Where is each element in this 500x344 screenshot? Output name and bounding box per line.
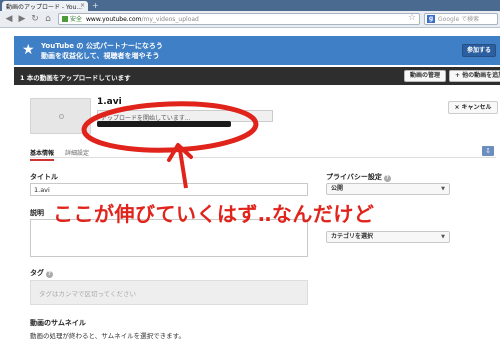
upload-filename: 1.avi <box>97 97 122 107</box>
tags-label-wrap: タグ? <box>30 268 53 278</box>
privacy-label: プライバシー設定 <box>326 173 382 181</box>
tags-input[interactable]: タグはカンマで区切ってください <box>30 280 308 305</box>
search-placeholder: Google で検索 <box>438 16 480 23</box>
category-select[interactable]: カテゴリを選択 ▼ <box>326 231 450 243</box>
annotation-text: ここが伸びていくはず‥なんだけど <box>53 202 375 226</box>
browser-toolbar: ◀ ▶ ↻ ⌂ 安全 www.youtube.com/my_videos_uplo… <box>0 11 500 28</box>
lock-icon <box>62 16 68 22</box>
thumbnail-note: 動画の処理が終わると、サムネイルを選択できます。 <box>30 332 185 340</box>
reload-icon[interactable]: ↻ <box>30 14 40 24</box>
help-icon[interactable]: ? <box>46 271 53 278</box>
browser-tab-strip: 動画のアップロード - You... × + <box>0 0 500 11</box>
title-label: タイトル <box>30 173 58 181</box>
join-partner-button[interactable]: 参加する <box>462 44 496 57</box>
chevron-down-icon: ▼ <box>441 186 445 192</box>
description-label: 説明 <box>30 209 44 217</box>
bookmark-star-icon[interactable]: ☆ <box>408 13 416 24</box>
back-arrow-icon[interactable]: ◀ <box>4 14 14 24</box>
tab-advanced-settings[interactable]: 詳細設定 <box>65 148 89 157</box>
help-icon[interactable]: ? <box>383 175 391 182</box>
download-icon[interactable]: ⇩ <box>482 146 494 156</box>
privacy-label-wrap: プライバシー設定? <box>326 172 391 182</box>
chevron-down-icon: ▼ <box>441 234 445 240</box>
partner-banner-subtitle: 動画を収益化して、視聴者を増やそう <box>41 52 160 60</box>
secure-label: 安全 <box>70 16 83 23</box>
url-path: /my_videos_upload <box>141 16 199 23</box>
address-bar[interactable]: 安全 www.youtube.com/my_videos_upload ☆ <box>58 13 420 25</box>
close-icon[interactable]: × <box>80 2 85 9</box>
redaction-bar <box>97 121 231 127</box>
partner-banner: ★ YouTube の 公式パートナーになろう 動画を収益化して、視聴者を増やそ… <box>14 36 500 65</box>
browser-tab[interactable]: 動画のアップロード - You... × <box>2 1 88 11</box>
new-tab-button[interactable]: + <box>92 1 102 10</box>
google-logo-icon: g <box>427 15 435 23</box>
manage-videos-button[interactable]: 動画の管理 <box>404 70 447 82</box>
tab-basic-info[interactable]: 基本情報 <box>30 148 55 161</box>
upload-header-title: 1 本の動画をアップロードしています <box>20 74 131 82</box>
forward-arrow-icon[interactable]: ▶ <box>17 14 27 24</box>
upload-header: 1 本の動画をアップロードしています 動画の管理 + 他の動画を追加 <box>14 67 500 85</box>
browser-tab-title: 動画のアップロード - You... <box>6 4 83 11</box>
partner-banner-title: YouTube の 公式パートナーになろう <box>41 42 163 50</box>
home-icon[interactable]: ⌂ <box>43 14 53 24</box>
search-input[interactable]: g Google で検索 <box>424 13 498 25</box>
video-thumbnail-placeholder <box>30 98 91 134</box>
privacy-select[interactable]: 公開 ▼ <box>326 183 450 195</box>
url-host: www.youtube.com <box>86 16 142 23</box>
cancel-upload-button[interactable]: × キャンセル <box>448 101 498 114</box>
loading-spinner-icon <box>59 114 64 119</box>
category-value: カテゴリを選択 <box>331 233 374 240</box>
info-tabs: 基本情報 詳細設定 <box>30 146 496 161</box>
tags-placeholder: タグはカンマで区切ってください <box>39 290 136 298</box>
title-field[interactable]: 1.avi <box>30 183 308 196</box>
add-more-videos-button[interactable]: + 他の動画を追加 <box>449 70 500 82</box>
tags-label: タグ <box>30 269 44 277</box>
star-icon: ★ <box>22 42 35 58</box>
privacy-value: 公開 <box>331 185 344 192</box>
thumbnail-label: 動画のサムネイル <box>30 319 86 327</box>
